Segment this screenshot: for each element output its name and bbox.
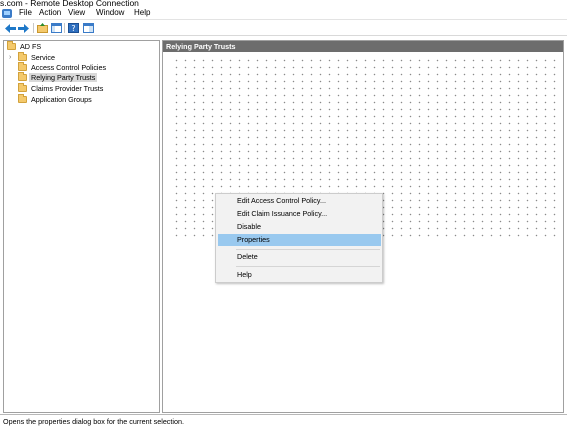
status-bar: Opens the properties dialog box for the … — [0, 414, 567, 426]
pane-header: Relying Party Trusts — [163, 41, 563, 52]
toolbar: ? — [0, 20, 567, 36]
menu-help[interactable]: Help — [134, 8, 150, 18]
folder-icon — [18, 52, 27, 61]
menu-item-disable[interactable]: Disable — [218, 221, 381, 233]
forward-arrow-icon[interactable] — [18, 23, 29, 33]
up-folder-icon[interactable] — [37, 23, 48, 33]
toolbar-separator — [33, 23, 34, 33]
window-title: s.com - Remote Desktop Connection — [0, 0, 139, 8]
window-titlebar: s.com - Remote Desktop Connection — [0, 0, 567, 8]
context-menu: Edit Access Control Policy... Edit Claim… — [215, 193, 383, 283]
tree-item-label: Relying Party Trusts — [29, 73, 98, 82]
folder-icon — [18, 72, 27, 81]
svg-text:?: ? — [71, 24, 75, 33]
chevron-right-icon[interactable]: › — [9, 53, 11, 62]
menu-view[interactable]: View — [68, 8, 85, 18]
help-icon[interactable]: ? — [68, 23, 79, 33]
tree-item-label: Claims Provider Trusts — [31, 84, 104, 93]
menu-item-delete[interactable]: Delete — [218, 251, 381, 263]
tree-item-label: Service — [31, 53, 55, 62]
tree-item-label: AD FS — [20, 42, 42, 51]
menu-item-help[interactable]: Help — [218, 269, 381, 281]
folder-icon — [18, 62, 27, 71]
menu-item-properties[interactable]: Properties — [218, 234, 381, 246]
folder-icon — [18, 94, 27, 103]
menu-separator — [236, 249, 380, 250]
tree-item-service[interactable]: Service — [18, 52, 57, 62]
status-text: Opens the properties dialog box for the … — [3, 417, 184, 426]
tree-item-relying-party-trusts[interactable]: Relying Party Trusts — [18, 72, 98, 82]
tree-item-claims-provider-trusts[interactable]: Claims Provider Trusts — [18, 83, 105, 93]
menu-item-edit-access-control-policy[interactable]: Edit Access Control Policy... — [218, 195, 381, 207]
tree-item-application-groups[interactable]: Application Groups — [18, 94, 94, 104]
action-pane-icon[interactable] — [83, 23, 94, 33]
console-tree: AD FS › Service Access Control Policies … — [3, 40, 160, 413]
back-arrow-icon[interactable] — [5, 23, 16, 33]
folder-icon — [18, 83, 27, 92]
menu-bar: File Action View Window Help — [0, 8, 567, 20]
tree-item-access-control-policies[interactable]: Access Control Policies — [18, 62, 108, 72]
menu-window[interactable]: Window — [96, 8, 124, 18]
remote-desktop-icon — [2, 9, 12, 18]
toolbar-separator — [64, 23, 65, 33]
tree-root-adfs[interactable]: AD FS — [7, 41, 43, 51]
menu-action[interactable]: Action — [39, 8, 61, 18]
tree-item-label: Application Groups — [31, 95, 92, 104]
menu-separator — [236, 266, 380, 267]
show-hide-tree-icon[interactable] — [51, 23, 62, 33]
tree-item-label: Access Control Policies — [31, 63, 107, 72]
folder-icon — [7, 41, 16, 50]
menu-item-edit-claim-issuance-policy[interactable]: Edit Claim Issuance Policy... — [218, 208, 381, 220]
menu-file[interactable]: File — [19, 8, 32, 18]
